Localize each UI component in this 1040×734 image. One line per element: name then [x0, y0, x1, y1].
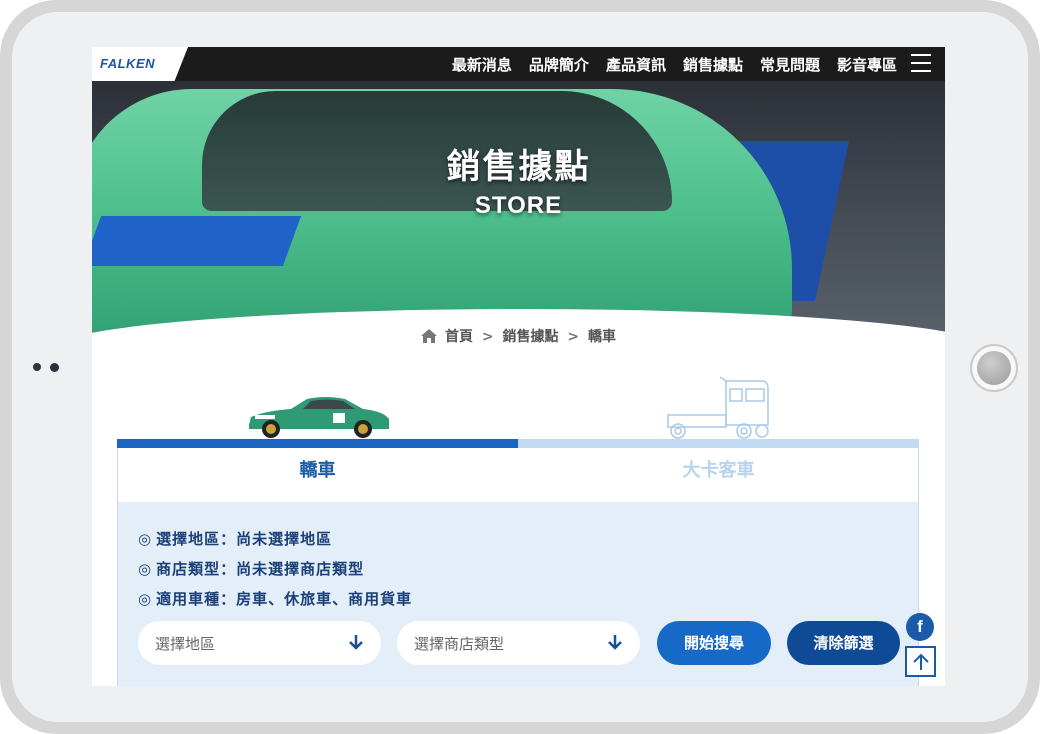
- hamburger-menu-icon[interactable]: [911, 54, 931, 74]
- tab-indicator-active: [117, 439, 518, 448]
- truck-icon: [666, 375, 772, 445]
- main-nav: 最新消息 品牌簡介 產品資訊 銷售據點 常見問題 影音專區: [452, 47, 897, 81]
- back-to-top-button[interactable]: [905, 646, 936, 677]
- tab-indicator-inactive: [518, 439, 919, 448]
- nav-item-store[interactable]: 銷售據點: [683, 54, 743, 75]
- hero-title-english: STORE: [474, 192, 563, 219]
- filter-summary-store-type: ◎ 商店類型：尚未選擇商店類型: [138, 558, 364, 579]
- region-select-placeholder: 選擇地區: [155, 635, 216, 653]
- arrow-down-icon: [608, 634, 622, 654]
- logo[interactable]: FALKEN: [92, 47, 188, 81]
- filter-store-type-text: 商店類型：尚未選擇商店類型: [156, 560, 365, 578]
- facebook-icon[interactable]: f: [906, 613, 934, 641]
- camera-lens: [50, 363, 59, 372]
- breadcrumb-section[interactable]: 銷售據點: [503, 329, 559, 345]
- region-select[interactable]: 選擇地區: [138, 621, 381, 665]
- camera-sensor: [33, 363, 41, 371]
- hero-livery-stripe: [92, 216, 302, 266]
- store-type-select[interactable]: 選擇商店類型: [397, 621, 640, 665]
- tablet-frame: FALKEN 最新消息 品牌簡介 產品資訊 銷售據點 常見問題 影音專區 銷售據…: [0, 0, 1040, 734]
- search-button[interactable]: 開始搜尋: [657, 621, 771, 665]
- nav-item-products[interactable]: 產品資訊: [606, 54, 666, 75]
- filter-panel: ◎ 選擇地區：尚未選擇地區 ◎ 商店類型：尚未選擇商店類型 ◎ 適用車種：房車、休旅車…: [117, 502, 919, 686]
- filter-region-text: 選擇地區：尚未選擇地區: [156, 530, 333, 548]
- breadcrumb-current: 轎車: [587, 329, 616, 345]
- top-navigation-bar: FALKEN 最新消息 品牌簡介 產品資訊 銷售據點 常見問題 影音專區: [92, 47, 945, 81]
- tab-content-border: [117, 448, 919, 504]
- store-type-select-placeholder: 選擇商店類型: [414, 635, 505, 653]
- sports-car-icon: [245, 395, 391, 443]
- breadcrumb-separator: >: [481, 329, 494, 345]
- filter-summary-vehicle: ◎ 適用車種：房車、休旅車、商用貨車: [138, 588, 412, 609]
- logo-text: FALKEN: [100, 56, 155, 71]
- hero-title: 銷售據點 STORE: [92, 139, 945, 220]
- breadcrumb-separator: >: [567, 329, 580, 345]
- breadcrumb-home[interactable]: 首頁: [445, 329, 473, 345]
- nav-item-faq[interactable]: 常見問題: [760, 54, 820, 75]
- filter-summary-region: ◎ 選擇地區：尚未選擇地區: [138, 528, 332, 549]
- screen: FALKEN 最新消息 品牌簡介 產品資訊 銷售據點 常見問題 影音專區 銷售據…: [92, 47, 945, 686]
- home-button[interactable]: [970, 344, 1018, 392]
- home-icon[interactable]: [421, 329, 438, 347]
- clear-filter-button[interactable]: 清除篩選: [787, 621, 900, 665]
- nav-item-video[interactable]: 影音專區: [837, 54, 897, 75]
- bullet-circle-icon: ◎: [138, 560, 153, 578]
- nav-item-news[interactable]: 最新消息: [452, 54, 512, 75]
- hero-banner: 銷售據點 STORE: [92, 81, 945, 341]
- filter-vehicle-text: 適用車種：房車、休旅車、商用貨車: [156, 590, 413, 608]
- breadcrumb: 首頁 > 銷售據點 > 轎車: [92, 326, 945, 347]
- bullet-circle-icon: ◎: [138, 590, 153, 608]
- arrow-down-icon: [349, 634, 363, 654]
- hero-title-chinese: 銷售據點: [446, 147, 591, 187]
- nav-item-brand[interactable]: 品牌簡介: [529, 54, 589, 75]
- bullet-circle-icon: ◎: [138, 530, 153, 548]
